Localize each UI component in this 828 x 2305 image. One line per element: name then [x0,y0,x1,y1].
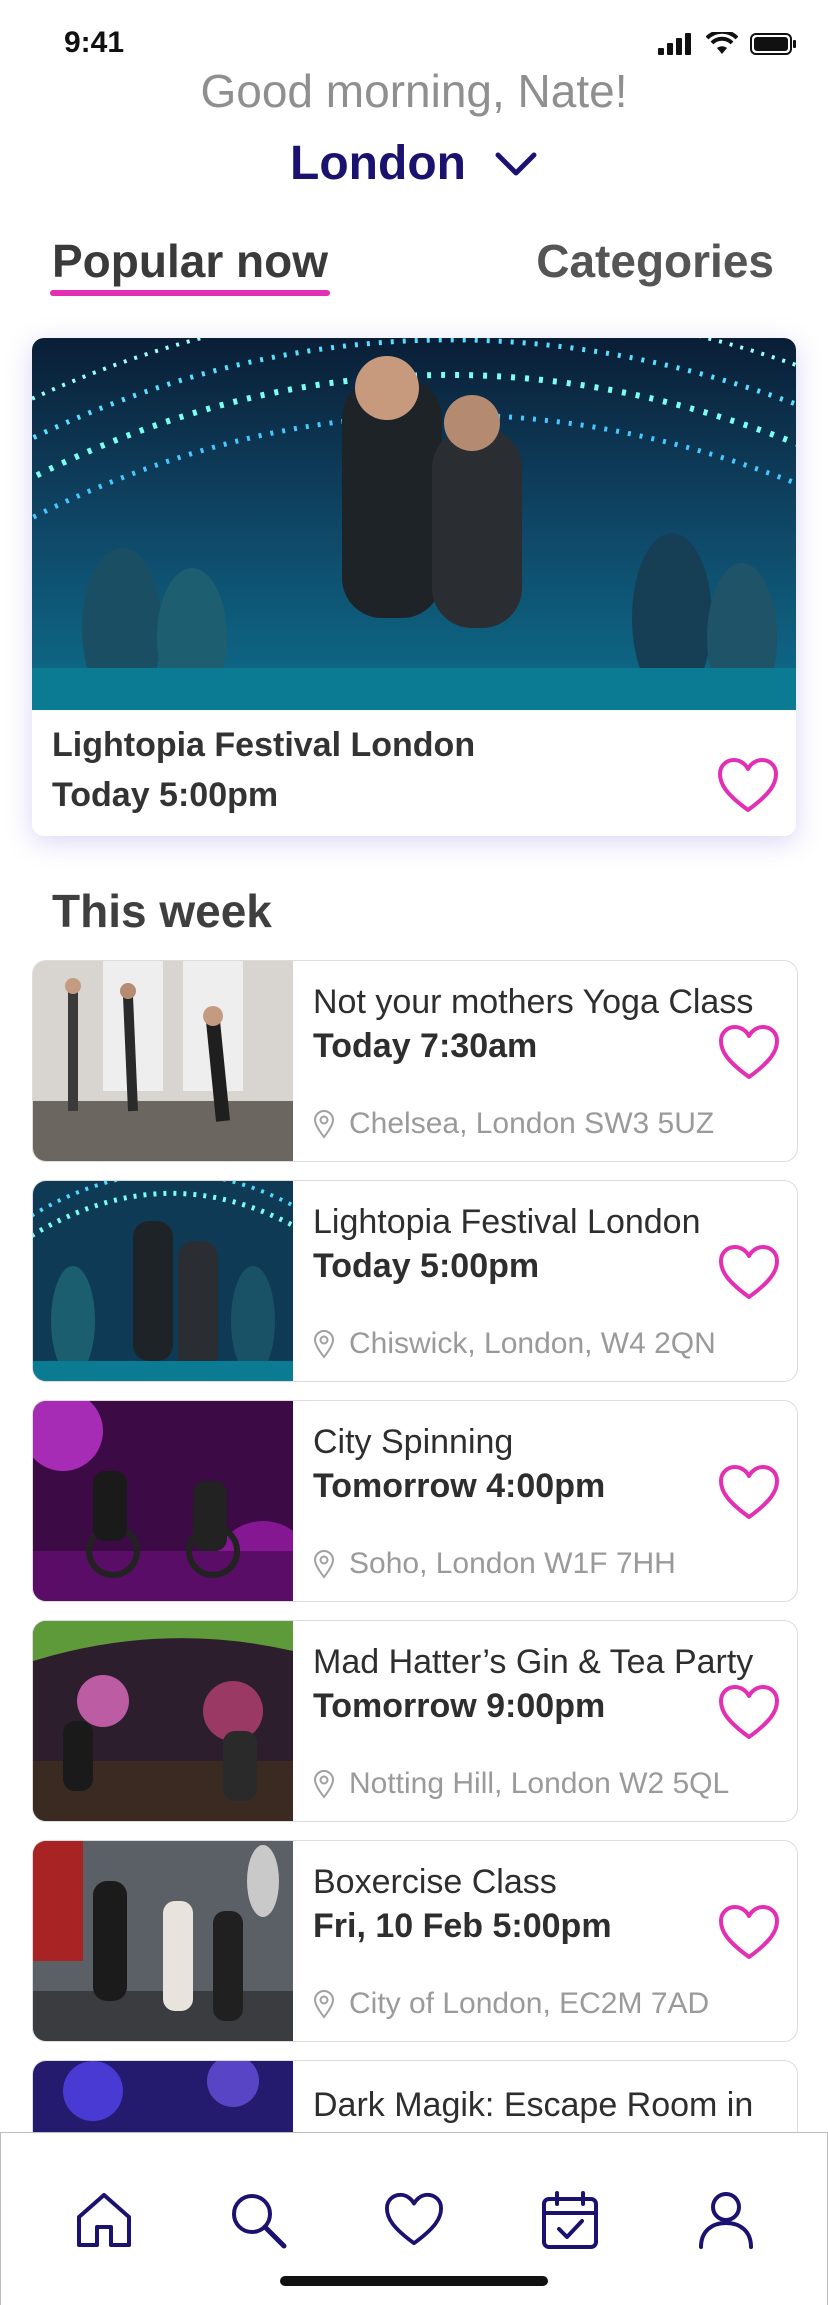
nav-calendar[interactable] [535,2185,605,2255]
battery-icon [750,33,796,55]
featured-event-card[interactable]: Lightopia Festival London Today 5:00pm [32,338,796,836]
event-location-text: Soho, London W1F 7HH [349,1547,676,1580]
event-thumbnail [33,1621,293,1821]
event-location: City of London, EC2M 7AD [313,1987,709,2021]
event-card[interactable]: City Spinning Tomorrow 4:00pm Soho, Lond… [32,1400,798,1602]
event-location: Chelsea, London SW3 5UZ [313,1107,714,1141]
event-time: Tomorrow 4:00pm [313,1467,606,1505]
active-tab-underline [50,290,330,296]
greeting-text: Good morning, Nate! [200,65,628,117]
event-title: Lightopia Festival London [313,1203,701,1241]
nav-profile[interactable] [691,2185,761,2255]
city-name: London [290,137,466,190]
event-card[interactable]: Boxercise Class Fri, 10 Feb 5:00pm City … [32,1840,798,2042]
search-icon [232,2194,287,2249]
event-thumbnail [33,961,293,1161]
heart-icon[interactable] [717,1903,781,1963]
event-title: Mad Hatter’s Gin & Tea Party [313,1643,754,1681]
event-title: Not your mothers Yoga Class [313,983,754,1021]
location-pin-icon [313,1770,335,1799]
favorites-heart-icon [385,2192,443,2246]
event-location-text: Notting Hill, London W2 5QL [349,1767,730,1800]
event-card[interactable]: Not your mothers Yoga Class Today 7:30am… [32,960,798,1162]
event-location-text: Chiswick, London, W4 2QN [349,1327,716,1360]
event-card[interactable]: Lightopia Festival London Today 5:00pm C… [32,1180,798,1382]
event-time: Tomorrow 9:00pm [313,1687,606,1725]
section-title: This week [52,885,272,937]
event-location: Notting Hill, London W2 5QL [313,1767,729,1801]
featured-event-image [32,338,796,710]
status-icons [658,32,798,56]
nav-search[interactable] [223,2185,293,2255]
event-location: Soho, London W1F 7HH [313,1547,676,1581]
heart-icon[interactable] [717,1023,781,1083]
event-time: Fri, 10 Feb 5:00pm [313,1907,612,1945]
calendar-check-icon [542,2191,598,2249]
event-location: Chiswick, London, W4 2QN [313,1327,716,1361]
tab-categories[interactable]: Categories [536,234,774,288]
heart-icon[interactable] [717,1463,781,1523]
event-time: Today 5:00pm [313,1247,540,1285]
event-thumbnail [33,1841,293,2041]
wifi-icon [706,32,738,54]
cellular-signal-icon [658,33,691,55]
chevron-down-icon [495,152,537,175]
event-thumbnail [33,1401,293,1601]
featured-event-time: Today 5:00pm [52,776,279,814]
location-pin-icon [313,1330,335,1359]
event-location-text: Chelsea, London SW3 5UZ [349,1107,715,1140]
home-indicator[interactable] [280,2276,548,2286]
heart-icon[interactable] [717,1683,781,1743]
event-thumbnail [33,1181,293,1381]
location-pin-icon [313,1990,335,2019]
heart-icon[interactable] [717,1243,781,1303]
nav-favorites[interactable] [379,2185,449,2255]
profile-icon [699,2192,753,2249]
home-icon [77,2193,131,2247]
heart-icon[interactable] [716,756,780,816]
location-pin-icon [313,1550,335,1579]
nav-home[interactable] [69,2185,139,2255]
event-title: Boxercise Class [313,1863,557,1901]
status-time: 9:41 [64,26,125,59]
event-location-text: City of London, EC2M 7AD [349,1987,710,2020]
city-selector[interactable]: London [0,136,828,191]
event-time: Today 7:30am [313,1027,538,1065]
location-pin-icon [313,1110,335,1139]
featured-event-title: Lightopia Festival London [52,726,476,764]
tab-popular-now[interactable]: Popular now [52,234,328,288]
event-card[interactable]: Mad Hatter’s Gin & Tea Party Tomorrow 9:… [32,1620,798,1822]
event-title: City Spinning [313,1423,514,1461]
